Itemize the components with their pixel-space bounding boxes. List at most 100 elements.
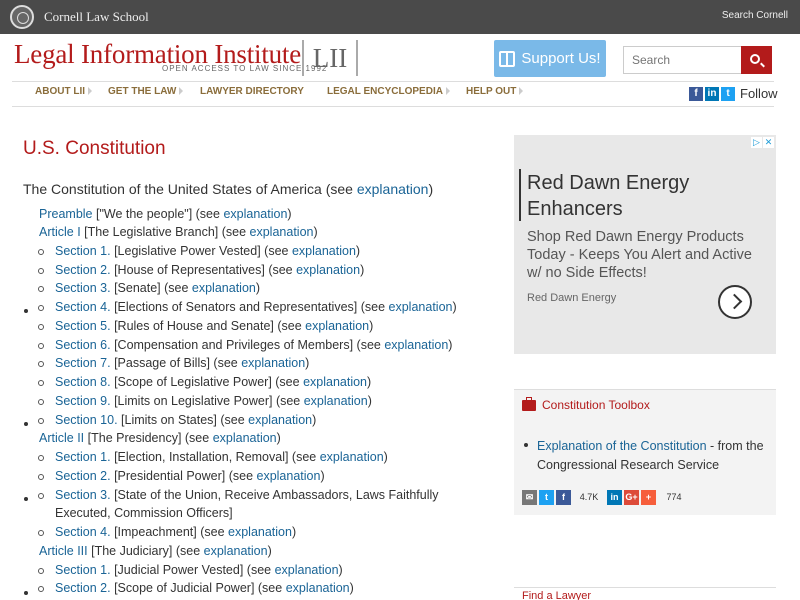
explanation-link[interactable]: explanation (384, 338, 448, 352)
ad-choices[interactable]: ▷ ✕ (751, 137, 774, 148)
explanation-link[interactable]: explanation (250, 225, 314, 239)
share-count: 4.7K (579, 492, 599, 502)
linkedin-icon[interactable]: in (705, 86, 719, 101)
explanation-link[interactable]: explanation (389, 300, 453, 314)
toc-link[interactable]: Section 10. (55, 413, 118, 427)
list-circle-icon (38, 530, 44, 536)
list-dot-icon (24, 591, 28, 595)
constitution-toolbox: Constitution Toolbox Explanation of the … (514, 389, 776, 515)
follow-label[interactable]: Follow (740, 86, 778, 101)
list-dot-icon (24, 497, 28, 501)
twitter-icon[interactable]: t (721, 86, 735, 101)
explanation-link[interactable]: explanation (304, 394, 368, 408)
explanation-link[interactable]: explanation (223, 207, 287, 221)
caret-right-icon (519, 87, 524, 96)
search-button[interactable] (741, 46, 772, 74)
ad-choices-icon[interactable]: ▷ (751, 137, 762, 148)
explanation-link[interactable]: explanation (275, 563, 339, 577)
list-circle-icon (38, 343, 44, 349)
toc-link[interactable]: Section 7. (55, 356, 111, 370)
explanation-link[interactable]: explanation (320, 450, 384, 464)
explanation-link[interactable]: explanation (213, 431, 277, 445)
toc-link[interactable]: Section 2. (55, 581, 111, 595)
toc-link[interactable]: Article I (39, 225, 81, 239)
search-input[interactable] (623, 46, 743, 74)
nav-divider-bottom (12, 106, 774, 107)
toc-link[interactable]: Section 6. (55, 338, 111, 352)
toc-section: Section 4. [Elections of Senators and Re… (38, 300, 457, 314)
lii-logo[interactable]: LII (302, 40, 358, 76)
toc-section-continued: Executed, Commission Officers] (55, 506, 233, 520)
explanation-link[interactable]: explanation (248, 413, 312, 427)
facebook-icon[interactable]: f (556, 490, 571, 505)
google-plus-icon[interactable]: G+ (624, 490, 639, 505)
chevron-right-icon[interactable] (718, 285, 752, 319)
list-circle-icon (38, 305, 44, 311)
ad-headline[interactable]: Red Dawn Energy Enhancers (527, 170, 767, 222)
toc-link[interactable]: Section 3. (55, 281, 111, 295)
toc-section: Section 1. [Election, Installation, Remo… (38, 450, 388, 464)
nav-legal-encyclopedia[interactable]: LEGAL ENCYCLOPEDIA (327, 86, 450, 97)
share-count: 774 (666, 492, 682, 502)
ad-accent-bar (519, 169, 521, 221)
list-circle-icon (38, 399, 44, 405)
explanation-link[interactable]: explanation (305, 319, 369, 333)
intro-explanation-link[interactable]: explanation (357, 181, 429, 197)
nav-lawyer-directory[interactable]: LAWYER DIRECTORY (200, 86, 304, 97)
share-bar: ✉ t f 4.7K in G+ + 774 (522, 490, 690, 505)
advertisement[interactable]: ▷ ✕ Red Dawn Energy Enhancers Shop Red D… (514, 135, 776, 354)
find-a-lawyer-title: Find a Lawyer (522, 590, 592, 600)
support-us-label: Support Us! (521, 50, 601, 67)
toc-link[interactable]: Section 1. (55, 244, 111, 258)
caret-right-icon (88, 87, 92, 96)
ad-close-icon[interactable]: ✕ (763, 137, 774, 148)
list-circle-icon (38, 455, 44, 461)
toc-link[interactable]: Section 3. (55, 488, 111, 502)
email-icon[interactable]: ✉ (522, 490, 537, 505)
toolbox-item: Explanation of the Constitution - from t… (537, 439, 764, 472)
explanation-link[interactable]: explanation (241, 356, 305, 370)
add-share-icon[interactable]: + (641, 490, 656, 505)
toc-section: Section 2. [House of Representatives] (s… (38, 263, 364, 277)
toc-section: Section 2. [Scope of Judicial Power] (se… (38, 581, 354, 595)
list-circle-icon (38, 361, 44, 367)
cornell-law-school-link[interactable]: Cornell Law School (44, 9, 149, 25)
explanation-link[interactable]: explanation (303, 375, 367, 389)
search-icon (750, 53, 760, 64)
toolbox-title: Constitution Toolbox (542, 398, 650, 412)
toc-link[interactable]: Section 2. (55, 469, 111, 483)
cornell-seal-icon[interactable] (10, 5, 34, 29)
explanation-of-constitution-link[interactable]: Explanation of the Constitution (537, 439, 707, 453)
nav-about-lii[interactable]: ABOUT LII (35, 86, 92, 97)
twitter-icon[interactable]: t (539, 490, 554, 505)
search-cornell-link[interactable]: Search Cornell (722, 10, 788, 21)
ad-body: Shop Red Dawn Energy Products Today - Ke… (527, 229, 752, 281)
nav-help-out[interactable]: HELP OUT (466, 86, 524, 97)
toc-link[interactable]: Section 5. (55, 319, 111, 333)
explanation-link[interactable]: explanation (296, 263, 360, 277)
toc-link[interactable]: Section 4. (55, 525, 111, 539)
toc-link[interactable]: Article III (39, 544, 88, 558)
toc-section: Section 7. [Passage of Bills] (see expla… (38, 356, 309, 370)
explanation-link[interactable]: explanation (192, 281, 256, 295)
support-us-button[interactable]: Support Us! (494, 40, 606, 77)
explanation-link[interactable]: explanation (228, 525, 292, 539)
toc-link[interactable]: Preamble (39, 207, 93, 221)
explanation-link[interactable]: explanation (292, 244, 356, 258)
toc-section: Section 4. [Impeachment] (see explanatio… (38, 525, 296, 539)
toc-article-1: Article I [The Legislative Branch] (see … (39, 225, 318, 239)
toc-link[interactable]: Section 9. (55, 394, 111, 408)
explanation-link[interactable]: explanation (204, 544, 268, 558)
linkedin-icon[interactable]: in (607, 490, 622, 505)
toc-link[interactable]: Section 8. (55, 375, 111, 389)
toc-link[interactable]: Section 1. (55, 563, 111, 577)
toc-link[interactable]: Section 1. (55, 450, 111, 464)
nav-get-the-law[interactable]: GET THE LAW (108, 86, 184, 97)
toc-link[interactable]: Section 2. (55, 263, 111, 277)
toc-link[interactable]: Section 4. (55, 300, 111, 314)
toc-link[interactable]: Article II (39, 431, 84, 445)
explanation-link[interactable]: explanation (257, 469, 321, 483)
explanation-link[interactable]: explanation (286, 581, 350, 595)
facebook-icon[interactable]: f (689, 86, 703, 101)
ad-source: Red Dawn Energy (527, 292, 617, 304)
